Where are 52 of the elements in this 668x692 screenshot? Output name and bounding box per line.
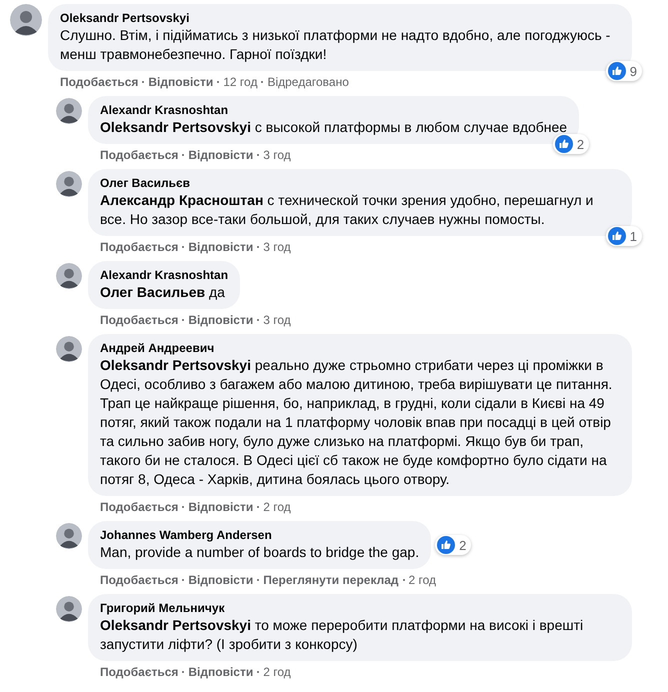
like-icon <box>608 227 626 245</box>
action-link[interactable]: Відповісти <box>148 74 214 90</box>
action-link[interactable]: Подобається <box>100 572 178 588</box>
comment-text: Олег Васильев да <box>100 283 226 302</box>
author-name[interactable]: Андрей Андреевич <box>100 340 620 356</box>
action-link[interactable]: Подобається <box>100 664 178 680</box>
timestamp[interactable]: 2 год <box>408 572 436 588</box>
avatar[interactable] <box>56 596 82 622</box>
timestamp[interactable]: 3 год <box>263 239 291 255</box>
action-link[interactable]: Подобається <box>100 499 178 515</box>
comment-text: Oleksandr Pertsovskyi реально дуже стрьомно стрибати через ці проміжки в Одесі, особливо з багажем або малою дитиною, треба вирішувати це питання. Трап це найкраще рішення, бо, наприклад, в грудні, коли сідали в Києві на 49 потяг, який також подали на 1 платформу чоловік впав при посадці в цей отвір та сильно забив ногу, було дуже слизько на платформі. Якщо був би трап, такого би не сталося. В Одесі цієї сб також не буде комфортно було сідати на потяг 8, Одеса - Харків, дитина боялась цього отвору. <box>100 356 614 489</box>
avatar[interactable] <box>56 336 82 362</box>
like-icon <box>554 135 573 153</box>
author-name[interactable]: Олег Васильєв <box>100 175 620 191</box>
timestamp[interactable]: 12 год <box>223 74 258 90</box>
avatar[interactable] <box>56 98 82 124</box>
avatar[interactable] <box>10 4 42 36</box>
timestamp[interactable]: 3 год <box>263 147 291 163</box>
action-link[interactable]: Відповісти <box>188 147 254 163</box>
action-link[interactable]: Відповісти <box>188 664 254 680</box>
action-link[interactable]: Подобається <box>60 74 138 90</box>
author-name[interactable]: Alexandr Krasnoshtan <box>100 267 228 283</box>
action-link[interactable]: Подобається <box>100 147 178 163</box>
comment-text: Слушно. Втім, і підійматись з низької платформи не надто вдобно, але погоджуюсь - менш травмонебезпечно. Гарної поїздки! <box>60 26 612 64</box>
action-link[interactable]: Подобається <box>100 239 178 255</box>
author-name[interactable]: Alexandr Krasnoshtan <box>100 102 568 118</box>
reaction-count[interactable]: 2 <box>435 535 472 555</box>
author-name[interactable]: Oleksandr Pertsovskyi <box>60 10 620 26</box>
author-name[interactable]: Johannes Wamberg Andersen <box>100 527 420 543</box>
action-link[interactable]: Відповісти <box>188 312 254 328</box>
action-link[interactable]: Подобається <box>100 312 178 328</box>
action-link[interactable]: Відповісти <box>188 499 254 515</box>
reaction-count[interactable]: 9 <box>606 61 642 81</box>
action-link[interactable]: Відповісти <box>188 572 254 588</box>
comment-text: Man, provide a number of boards to bridge the gap. <box>100 543 420 562</box>
like-icon <box>437 536 456 554</box>
like-icon <box>608 62 626 80</box>
author-name[interactable]: Григорий Мельничук <box>100 600 620 616</box>
timestamp[interactable]: 2 год <box>263 499 291 515</box>
reaction-count[interactable]: 2 <box>552 134 590 154</box>
comment-text: Oleksandr Pertsovskyi то може переробити платформи на високі і врешті запустити ліфти? (І зробити з конкорсу) <box>100 616 584 654</box>
comment-text: Александр Красноштан с технической точки зрения удобно, перешагнул и все. Но зазор все-таки большой, для таких случаев нужны помосты. <box>100 191 594 229</box>
action-link[interactable]: Відповісти <box>188 239 254 255</box>
reaction-count[interactable]: 1 <box>606 226 642 246</box>
timestamp[interactable]: 3 год <box>263 312 291 328</box>
action-link[interactable]: Переглянути переклад <box>263 572 399 588</box>
edited-label: Відредаговано <box>267 74 349 90</box>
avatar[interactable] <box>56 263 82 289</box>
avatar[interactable] <box>56 523 82 549</box>
comment-text: Oleksandr Pertsovskyi с высокой платформы в любом случае вдобнее <box>100 118 568 137</box>
avatar[interactable] <box>56 171 82 197</box>
timestamp[interactable]: 2 год <box>263 664 291 680</box>
